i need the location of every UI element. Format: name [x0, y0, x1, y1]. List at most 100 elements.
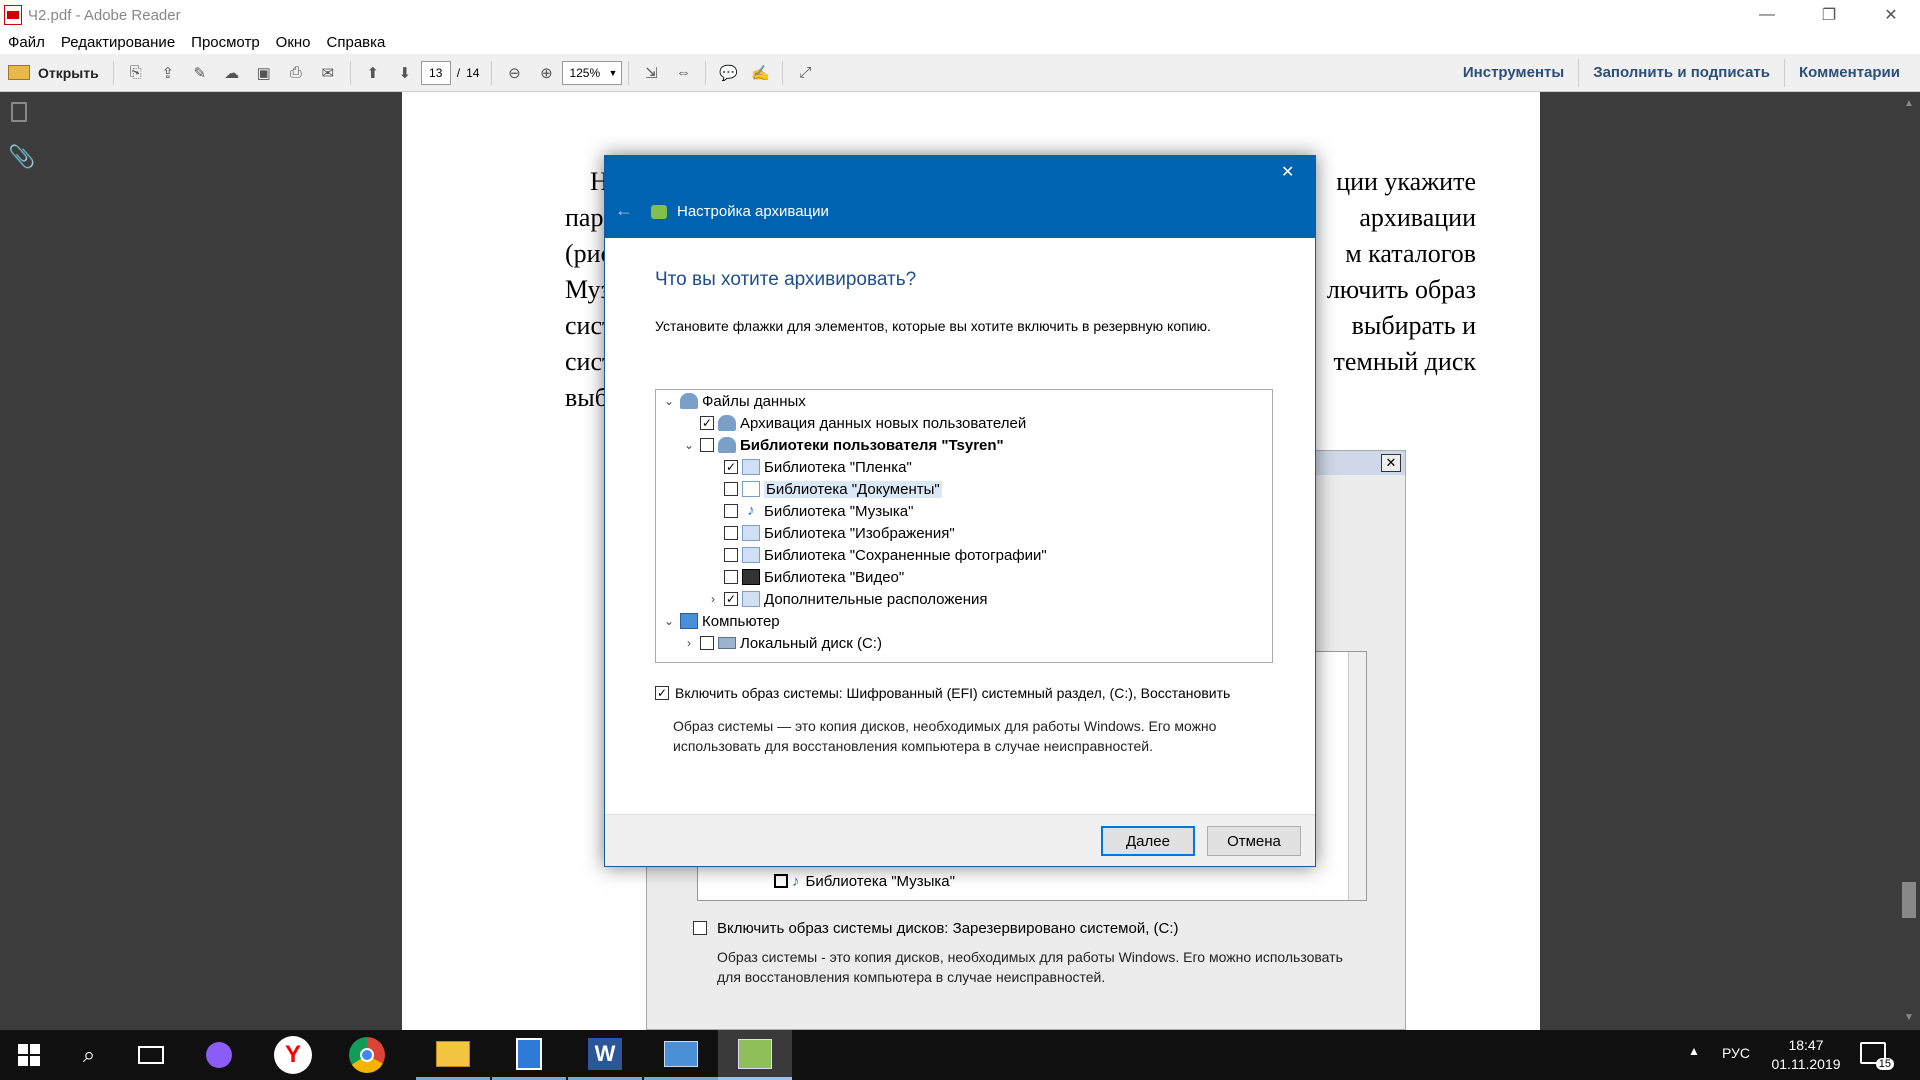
backup-settings-dialog: ✕ ← Настройка архивации Что вы хотите ар… [604, 155, 1316, 867]
tree-item-library-video[interactable]: Библиотека "Видео" [724, 566, 904, 588]
scrollbar-thumb[interactable] [1902, 882, 1916, 918]
save-icon[interactable]: ▣ [250, 59, 278, 87]
scroll-up-icon[interactable]: ▲ [1904, 98, 1914, 109]
checkbox[interactable] [724, 548, 738, 562]
chevron-down-icon[interactable]: ⌄ [662, 394, 676, 408]
close-window-button[interactable]: ✕ [1868, 0, 1914, 30]
tree-item-library-pictures[interactable]: Библиотека "Изображения" [724, 522, 955, 544]
back-arrow-icon[interactable]: ← [615, 200, 633, 221]
tools-link[interactable]: Инструменты [1449, 59, 1578, 87]
prev-page-button[interactable]: ⬆ [359, 59, 387, 87]
embedded-tree-item: ♪ Библиотека "Музыка" [774, 870, 955, 892]
checkbox-checked[interactable]: ✓ [655, 686, 669, 700]
scroll-down-icon[interactable]: ▼ [1904, 1012, 1914, 1023]
pages-icon[interactable] [11, 102, 27, 122]
fit-page-icon[interactable]: ⇲ [637, 59, 665, 87]
page-number-input[interactable]: 13 [420, 60, 451, 85]
tree-item-library-music[interactable]: ♪ Библиотека "Музыка" [724, 500, 913, 522]
toolbar-divider [628, 60, 630, 85]
upload-icon[interactable]: ☁ [218, 59, 246, 87]
tree-item-additional-locations[interactable]: › ✓ Дополнительные расположения [706, 588, 987, 610]
highlight-icon[interactable]: ✍ [746, 59, 774, 87]
menu-edit[interactable]: Редактирование [61, 34, 175, 51]
fit-width-icon[interactable]: ⇔ [669, 59, 697, 87]
embedded-scrollbar [1348, 652, 1366, 900]
restore-button[interactable]: ❐ [1806, 0, 1852, 30]
zoom-out-button[interactable]: ⊖ [500, 59, 528, 87]
system-image-option[interactable]: ✓ Включить образ системы: Шифрованный (E… [655, 682, 1230, 704]
music-icon: ♪ [792, 872, 800, 890]
checkbox-checked[interactable]: ✓ [724, 592, 738, 606]
checkbox[interactable] [724, 504, 738, 518]
chevron-down-icon[interactable]: ⌄ [662, 614, 676, 628]
print-icon[interactable]: ⎙ [282, 59, 310, 87]
fill-sign-link[interactable]: Заполнить и подписать [1578, 58, 1784, 87]
start-button[interactable] [0, 1030, 58, 1080]
task-view-icon[interactable] [120, 1030, 182, 1080]
users-icon [680, 393, 698, 409]
document-scrollbar[interactable]: ▲ ▼ [1898, 92, 1920, 1030]
checkbox-checked[interactable]: ✓ [724, 460, 738, 474]
attachment-icon[interactable]: 📎 [8, 144, 35, 170]
tree-item-library-documents[interactable]: Библиотека "Документы" [724, 478, 942, 500]
dialog-header: ✕ ← Настройка архивации [605, 156, 1315, 238]
toolbar: Открыть ⎘ ⇪ ✎ ☁ ▣ ⎙ ✉ ⬆ ⬇ 13 / 14 ⊖ ⊕ 12… [0, 54, 1920, 92]
tree-item-computer[interactable]: ⌄ Компьютер [662, 610, 780, 632]
pictures-icon [742, 547, 760, 563]
checkbox[interactable] [700, 438, 714, 452]
dialog-close-button[interactable]: ✕ [1281, 162, 1294, 182]
language-indicator[interactable]: РУС [1722, 1045, 1750, 1061]
alice-icon[interactable] [182, 1030, 256, 1080]
next-page-button[interactable]: ⬇ [391, 59, 419, 87]
tree-item-local-disk[interactable]: › Локальный диск (C:) [682, 632, 882, 654]
toolbar-divider [491, 60, 493, 85]
checkbox[interactable] [724, 570, 738, 584]
cancel-button[interactable]: Отмена [1207, 826, 1301, 856]
checkbox[interactable] [700, 636, 714, 650]
notifications-icon[interactable]: 15 [1860, 1042, 1894, 1070]
tree-item-library-saved-photos[interactable]: Библиотека "Сохраненные фотографии" [724, 544, 1047, 566]
comments-link[interactable]: Комментарии [1783, 58, 1914, 87]
dialog-instruction: Установите флажки для элементов, которые… [655, 318, 1211, 334]
export-pdf-icon[interactable]: ⇪ [154, 59, 182, 87]
menu-window[interactable]: Окно [276, 34, 311, 51]
zoom-in-button[interactable]: ⊕ [532, 59, 560, 87]
video-icon [742, 569, 760, 585]
tree-item-user-libraries[interactable]: ⌄ Библиотеки пользователя "Tsyren" [682, 434, 1004, 456]
users-icon [718, 437, 736, 453]
comment-icon[interactable]: 💬 [714, 59, 742, 87]
tree-item-library-film[interactable]: ✓ Библиотека "Пленка" [724, 456, 912, 478]
email-icon[interactable]: ✉ [314, 59, 342, 87]
checkbox-checked[interactable]: ✓ [700, 416, 714, 430]
clock[interactable]: 18:47 01.11.2019 [1770, 1036, 1842, 1074]
edit-icon[interactable]: ✎ [186, 59, 214, 87]
word-icon[interactable]: W [568, 1030, 642, 1080]
search-icon[interactable]: ⌕ [58, 1030, 120, 1080]
menu-view[interactable]: Просмотр [191, 34, 260, 51]
checkbox[interactable] [724, 482, 738, 496]
next-button[interactable]: Далее [1101, 826, 1195, 856]
tray-overflow-icon[interactable]: ▲ [1688, 1044, 1700, 1058]
checkbox[interactable] [724, 526, 738, 540]
tree-item-new-users[interactable]: ✓ Архивация данных новых пользователей [700, 412, 1026, 434]
menu-help[interactable]: Справка [327, 34, 386, 51]
chevron-right-icon[interactable]: › [682, 636, 696, 650]
navigation-panel: 📎 [0, 92, 40, 1030]
create-pdf-icon[interactable]: ⎘ [122, 59, 150, 87]
fullscreen-icon[interactable]: ⤢ [791, 59, 819, 87]
file-explorer-icon[interactable] [416, 1030, 490, 1080]
chrome-icon[interactable] [330, 1030, 404, 1080]
menu-bar: Файл Редактирование Просмотр Окно Справк… [0, 30, 1920, 54]
open-button[interactable]: Открыть [0, 59, 107, 87]
yandex-browser-icon[interactable]: Y [256, 1030, 330, 1080]
zoom-select[interactable]: 125% ▼ [562, 60, 623, 85]
tree-item-data-files[interactable]: ⌄ Файлы данных [662, 390, 806, 412]
control-panel-icon[interactable] [644, 1030, 718, 1080]
users-icon [718, 415, 736, 431]
chevron-right-icon[interactable]: › [706, 592, 720, 606]
chevron-down-icon[interactable]: ⌄ [682, 438, 696, 452]
photos-icon[interactable] [492, 1030, 566, 1080]
menu-file[interactable]: Файл [8, 34, 45, 51]
minimize-button[interactable]: — [1744, 0, 1790, 30]
backup-app-icon[interactable] [718, 1030, 792, 1080]
